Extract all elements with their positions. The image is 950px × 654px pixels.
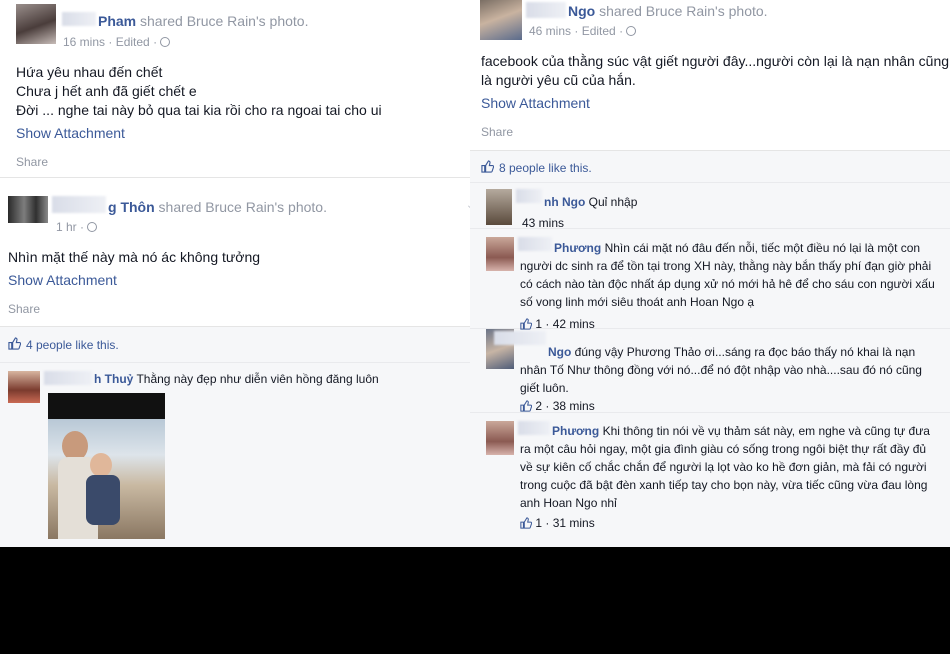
right-post: Ngo shared Bruce Rain's photo. 46 mins ·… (470, 0, 950, 547)
comments-section: nh Ngo Quỉ nhập 43 mins Phương Nhìn cái … (470, 182, 950, 547)
likes-count[interactable]: 4 people like this. (26, 338, 119, 352)
likes-row: 4 people like this. (0, 326, 485, 362)
shared-text: shared Bruce Rain's photo. (140, 13, 309, 29)
thumbs-up-icon[interactable] (8, 337, 21, 350)
avatar[interactable] (480, 0, 522, 40)
thumbs-up-icon[interactable] (520, 517, 532, 529)
attached-photo[interactable] (48, 393, 165, 539)
post-text: facebook của thằng súc vật giết người đâ… (481, 52, 950, 90)
comment-text: đúng vậy Phương Thảo ơi...sáng ra đọc bá… (574, 345, 916, 359)
post-line: facebook của thằng súc vật giết người đâ… (481, 53, 950, 69)
show-attachment-link[interactable]: Show Attachment (8, 272, 117, 288)
timestamp[interactable]: 16 mins (63, 35, 105, 49)
post-meta: 16 mins · Edited · (63, 35, 171, 49)
avatar[interactable] (8, 196, 48, 223)
comment: nh Ngo Quỉ nhập 43 mins (470, 183, 950, 230)
comment-author[interactable]: nh Ngo (544, 195, 585, 209)
comment-body: Phương Nhìn cái mặt nó đâu đến nỗi, tiếc… (520, 239, 948, 257)
likes-row: 8 people like this. (470, 150, 950, 182)
author-name[interactable]: Pham (98, 13, 136, 29)
comment-author[interactable]: Phương (552, 424, 599, 438)
comment-text: Nhìn cái mặt nó đâu đến nỗi, tiếc một đi… (604, 241, 921, 255)
post-line: Hứa yêu nhau đến chết (16, 64, 163, 80)
blurred-name (526, 2, 566, 18)
comment-body: h Thuỷ Thằng này đẹp như diễn viên hồng … (94, 370, 379, 388)
avatar[interactable] (16, 4, 56, 44)
post-text: Hứa yêu nhau đến chết Chưa j hết anh đã … (16, 63, 466, 120)
comment-line: trong cuộc đã bật đèn xanh tiếp tay cho … (520, 478, 928, 492)
author-name[interactable]: g Thôn (108, 199, 155, 215)
shared-text: shared Bruce Rain's photo. (599, 3, 768, 19)
shared-text: shared Bruce Rain's photo. (158, 199, 327, 215)
comment: Ngo đúng vậy Phương Thảo ơi...sáng ra đọ… (470, 329, 950, 413)
post-header: Pham shared Bruce Rain's photo. (98, 13, 308, 29)
show-attachment-link[interactable]: Show Attachment (481, 95, 590, 111)
post-line: Đời ... nghe tai này bỏ qua tai kia rồi … (16, 102, 382, 118)
share-link[interactable]: Share (8, 302, 40, 316)
comment-line: ra một câu hỏi ngay, một gia đình giàu c… (520, 442, 927, 456)
post-meta: 1 hr · (56, 220, 98, 234)
comment-time[interactable]: 31 mins (553, 516, 595, 530)
comment: Phương Nhìn cái mặt nó đâu đến nỗi, tiếc… (470, 229, 950, 331)
blurred-name (62, 12, 96, 26)
comment-meta: 1 · 31 mins (520, 514, 595, 532)
comment: h Thuỷ Thằng này đẹp như diễn viên hồng … (0, 362, 485, 547)
post-meta: 46 mins · Edited · (529, 24, 637, 38)
blurred-name (516, 189, 542, 203)
comment-author[interactable]: Phương (554, 241, 601, 255)
comment-line: về sự kiên cố chắc chắn để người lạ lọt … (520, 460, 927, 474)
comment-line: người dc sinh ra để tồn tại trong XH này… (520, 259, 932, 273)
avatar[interactable] (8, 371, 40, 403)
comment-time[interactable]: 38 mins (553, 399, 595, 413)
comment-line: số vong linh mới siêu thoát anh Hoan Ngo… (520, 295, 755, 309)
author-name[interactable]: Ngo (568, 3, 595, 19)
screenshot-collage: Pham shared Bruce Rain's photo. 16 mins … (0, 0, 950, 654)
left-post-1: Pham shared Bruce Rain's photo. 16 mins … (0, 0, 470, 178)
comment-text: Quỉ nhập (588, 195, 638, 209)
left-post-2: g Thôn shared Bruce Rain's photo. 1 hr ·… (0, 182, 485, 547)
avatar[interactable] (486, 421, 514, 455)
likes-count[interactable]: 8 people like this. (499, 161, 592, 175)
globe-icon[interactable] (160, 37, 171, 47)
edited-label[interactable]: Edited (116, 35, 150, 49)
comment-line: nhân Tố Như thông đồng với nó...để nó độ… (520, 363, 922, 377)
comment-like-count[interactable]: 2 (535, 399, 542, 413)
comment-line: anh Hoan Ngo nhỉ (520, 496, 617, 510)
share-link[interactable]: Share (16, 155, 48, 169)
post-line: là người yêu cũ của hắn. (481, 72, 636, 88)
comment-text: Khi thông tin nói về vụ thảm sát này, em… (602, 424, 930, 438)
post-header: g Thôn shared Bruce Rain's photo. (108, 199, 327, 215)
comment-author[interactable]: Ngo (548, 345, 571, 359)
globe-icon[interactable] (626, 26, 637, 36)
comment-author[interactable]: h Thuỷ (94, 372, 133, 386)
post-header: Ngo shared Bruce Rain's photo. (568, 3, 768, 19)
comment-body: nh Ngo Quỉ nhập (544, 193, 637, 211)
timestamp[interactable]: 46 mins (529, 24, 571, 38)
comment-text: Thằng này đẹp như diễn viên hồng đăng lu… (136, 372, 379, 386)
avatar[interactable] (486, 237, 514, 271)
comment-like-count[interactable]: 1 (535, 516, 542, 530)
share-link[interactable]: Share (481, 125, 513, 139)
post-text: Nhìn mặt thế này mà nó ác không tưởng (8, 249, 261, 265)
black-band (0, 547, 950, 654)
comment: Phương Khi thông tin nói về vụ thảm sát … (470, 413, 950, 548)
globe-icon[interactable] (87, 222, 98, 232)
avatar[interactable] (486, 189, 512, 225)
blurred-name (52, 196, 106, 213)
post-line: Chưa j hết anh đã giết chết e (16, 83, 197, 99)
thumbs-up-icon[interactable] (520, 400, 532, 412)
show-attachment-link[interactable]: Show Attachment (16, 125, 125, 141)
comment-line: giết luôn. (520, 381, 569, 395)
comment-body: Phương Khi thông tin nói về vụ thảm sát … (520, 422, 948, 440)
comment-line: có cách nào tàn độc nhất áp dụng xử nó m… (520, 277, 935, 291)
comment-body: Ngo đúng vậy Phương Thảo ơi...sáng ra đọ… (520, 343, 948, 361)
timestamp[interactable]: 1 hr (56, 220, 77, 234)
blurred-name (44, 371, 92, 385)
thumbs-up-icon[interactable] (481, 160, 494, 173)
edited-label[interactable]: Edited (582, 24, 616, 38)
